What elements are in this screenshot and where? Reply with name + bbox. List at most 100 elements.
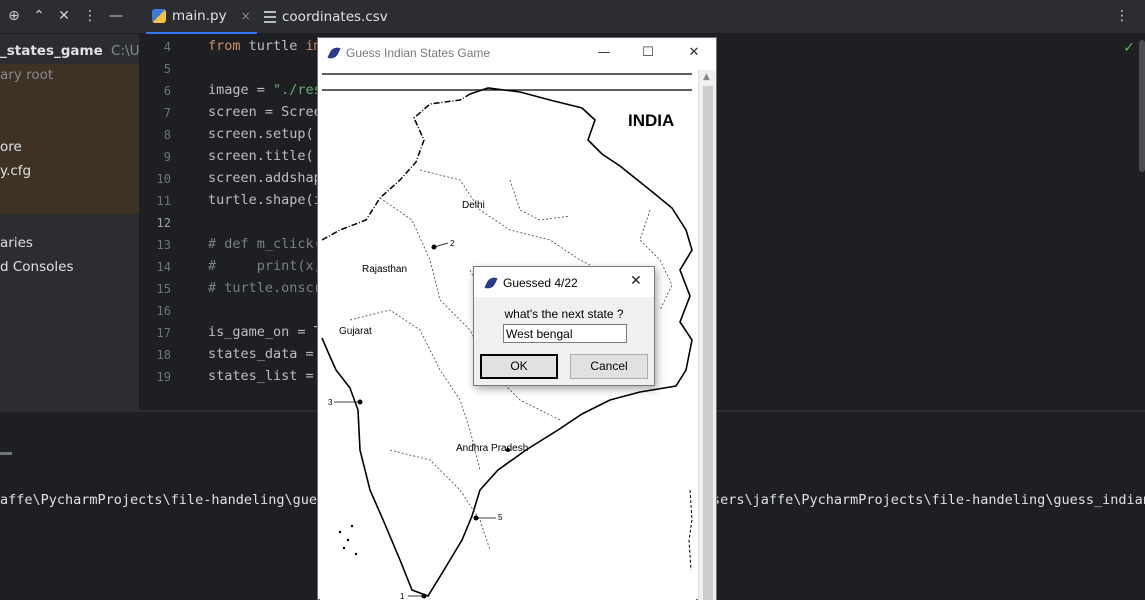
code-line: states_list = bbox=[208, 365, 322, 387]
line-number: 7 bbox=[163, 106, 171, 120]
project-item[interactable]: d Consoles bbox=[0, 256, 74, 278]
line-number: 6 bbox=[163, 84, 171, 98]
state-label-andhra-pradesh: Andhra Pradesh bbox=[456, 443, 528, 454]
code-token: screen = Scree bbox=[208, 104, 322, 120]
islands bbox=[688, 489, 693, 571]
scroll-up-icon[interactable]: ▲ bbox=[703, 72, 710, 82]
hide-panel-icon[interactable]: — bbox=[106, 6, 126, 26]
expand-icon[interactable]: ⌃ bbox=[29, 6, 49, 26]
run-output-right: sers\jaffe\PycharmProjects\file-handelin… bbox=[712, 492, 1145, 508]
code-token: turtle.shape(i bbox=[208, 192, 322, 208]
city-marker bbox=[506, 448, 510, 452]
tab-coordinates-csv[interactable]: coordinates.csv bbox=[264, 0, 388, 34]
city-marker bbox=[357, 399, 363, 405]
line-number: 9 bbox=[163, 150, 171, 164]
city-marker bbox=[431, 244, 437, 250]
tab-main-py[interactable]: main.py × bbox=[146, 0, 257, 34]
code-line: states_data = bbox=[208, 343, 322, 365]
map-title: INDIA bbox=[628, 111, 674, 130]
code-line: is_game_on = T bbox=[208, 321, 322, 343]
line-number: 17 bbox=[156, 326, 171, 340]
line-number: 4 bbox=[163, 40, 171, 54]
line-number: 8 bbox=[163, 128, 171, 142]
line-number: 16 bbox=[156, 304, 171, 318]
cancel-button[interactable]: Cancel bbox=[570, 354, 648, 379]
run-toolbar-handle[interactable] bbox=[0, 452, 12, 455]
more-tabs-icon[interactable]: ⋮ bbox=[1112, 6, 1132, 26]
code-line: image = "./res bbox=[208, 79, 322, 101]
project-item[interactable]: y.cfg bbox=[0, 160, 31, 182]
code-token: # print(x, bbox=[208, 258, 322, 274]
tab-label: main.py bbox=[172, 8, 227, 24]
line-number: 14 bbox=[156, 260, 171, 274]
marker-label: 5 bbox=[498, 513, 503, 522]
project-item[interactable]: aries bbox=[0, 232, 33, 254]
feather-icon bbox=[327, 44, 341, 62]
code-line: screen.addshap bbox=[208, 167, 322, 189]
feather-icon bbox=[484, 274, 498, 292]
line-number: 13 bbox=[156, 238, 171, 252]
line-number: 5 bbox=[163, 62, 171, 76]
code-token: turtle bbox=[240, 38, 306, 54]
collapse-icon[interactable]: ✕ bbox=[54, 6, 74, 26]
line-number: 18 bbox=[156, 348, 171, 362]
state-label-rajasthan: Rajasthan bbox=[362, 264, 407, 275]
ok-button[interactable]: OK bbox=[480, 354, 558, 379]
line-number: 12 bbox=[156, 216, 171, 230]
state-border bbox=[419, 169, 621, 281]
state-label-delhi: Delhi bbox=[462, 200, 485, 211]
code-token: screen.setup( bbox=[208, 126, 314, 142]
code-token: from bbox=[208, 38, 241, 54]
run-output-left: affe\PycharmProjects\file-handeling\gues bbox=[0, 492, 326, 508]
state-label-gujarat: Gujarat bbox=[339, 326, 372, 337]
more-options-icon[interactable]: ⋮ bbox=[80, 6, 100, 26]
code-token: states_list = bbox=[208, 368, 322, 384]
project-subtitle: ary root bbox=[0, 67, 54, 83]
dialog-title-bar[interactable]: Guessed 4/22 ✕ bbox=[474, 267, 654, 297]
code-line: turtle.shape(i bbox=[208, 189, 322, 211]
marker-label: 2 bbox=[450, 239, 455, 248]
project-root-path: C:\User bbox=[111, 43, 139, 59]
turtle-window-title: Guess Indian States Game bbox=[346, 46, 491, 60]
turtle-title-bar[interactable]: Guess Indian States Game — ☐ ✕ bbox=[318, 38, 716, 68]
line-number: 19 bbox=[156, 370, 171, 384]
northern-border bbox=[321, 93, 471, 241]
marker-label: 3 bbox=[328, 398, 333, 407]
code-token: states_data = bbox=[208, 346, 322, 362]
project-item[interactable]: ore bbox=[0, 136, 22, 158]
editor-scrollbar[interactable] bbox=[1139, 40, 1145, 172]
state-border bbox=[389, 449, 491, 551]
line-number: 15 bbox=[156, 282, 171, 296]
code-token: "./res bbox=[273, 82, 322, 98]
dialog-close-button[interactable]: ✕ bbox=[630, 273, 642, 289]
line-number: 10 bbox=[156, 172, 171, 186]
code-line: screen.title( bbox=[208, 145, 314, 167]
canvas-scrollbar[interactable]: ▲ bbox=[698, 70, 716, 600]
scrollbar-thumb[interactable] bbox=[703, 86, 713, 600]
target-icon[interactable]: ⊕ bbox=[4, 6, 24, 26]
csv-file-icon bbox=[264, 11, 276, 23]
code-line: screen.setup( bbox=[208, 123, 314, 145]
dialog-title: Guessed 4/22 bbox=[503, 276, 578, 290]
code-token: is_game_on = T bbox=[208, 324, 322, 340]
project-root[interactable]: _states_game C:\User bbox=[0, 40, 139, 62]
code-line: # print(x, bbox=[208, 255, 322, 277]
code-token: # def m_click( bbox=[208, 236, 322, 252]
code-line: screen = Scree bbox=[208, 101, 322, 123]
code-token: # turtle.onscr bbox=[208, 280, 322, 296]
inspection-ok-icon[interactable]: ✓ bbox=[1123, 40, 1135, 56]
close-tab-icon[interactable]: × bbox=[241, 9, 251, 23]
code-line: # def m_click( bbox=[208, 233, 322, 255]
marker-label: 1 bbox=[400, 592, 405, 600]
state-border bbox=[509, 179, 571, 221]
code-token: image = bbox=[208, 82, 274, 98]
code-token: screen.addshap bbox=[208, 170, 322, 186]
minimize-button[interactable]: — bbox=[594, 44, 614, 62]
maximize-button[interactable]: ☐ bbox=[638, 44, 658, 62]
guess-dialog: Guessed 4/22 ✕ what's the next state ? O… bbox=[473, 266, 655, 386]
city-marker bbox=[473, 515, 479, 521]
state-input[interactable] bbox=[503, 324, 627, 343]
editor-tab-bar: ⊕ ⌃ ✕ ⋮ — main.py × coordinates.csv ⋮ bbox=[0, 0, 1145, 34]
close-button[interactable]: ✕ bbox=[684, 44, 704, 62]
line-number: 11 bbox=[156, 194, 171, 208]
